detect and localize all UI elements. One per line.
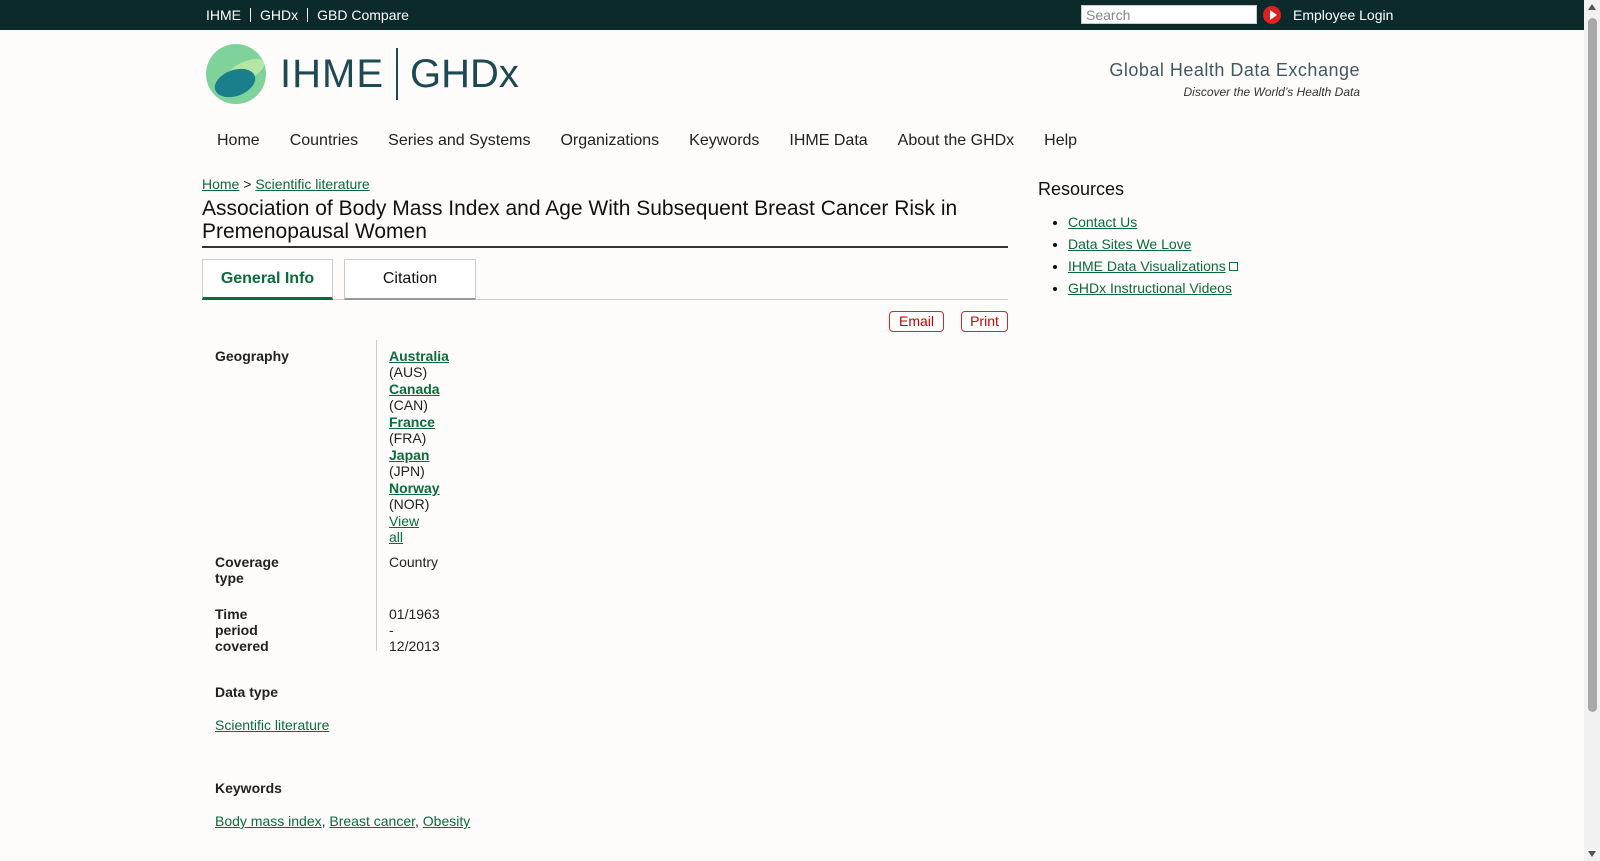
tab-bar: General Info Citation <box>202 259 1008 300</box>
country-link-japan[interactable]: Japan <box>389 447 429 463</box>
ihme-ghdx-logo[interactable]: IHME GHDx <box>206 42 526 108</box>
breadcrumb: Home > Scientific literature <box>202 176 370 192</box>
geography-item: Canada (CAN) <box>389 381 440 413</box>
nav-item-organizations[interactable]: Organizations <box>560 132 659 150</box>
resource-link-contact-us[interactable]: Contact Us <box>1068 214 1137 230</box>
country-link-norway[interactable]: Norway <box>389 480 440 496</box>
scroll-up-icon[interactable] <box>1588 4 1596 10</box>
nav-item-series-and-systems[interactable]: Series and Systems <box>388 132 530 150</box>
resource-link-ghdx-instructional-videos[interactable]: GHDx Instructional Videos <box>1068 280 1232 296</box>
keyword-separator: , <box>321 813 326 829</box>
site-tagline: Global Health Data Exchange Discover the… <box>1109 60 1360 99</box>
geography-item: Japan (JPN) <box>389 447 429 479</box>
view-all-link[interactable]: View all <box>389 513 419 545</box>
geography-item: Australia (AUS) <box>389 348 449 380</box>
geography-item: Norway (NOR) <box>389 480 440 512</box>
nav-item-home[interactable]: Home <box>217 132 260 150</box>
resources-sidebar: Resources Contact Us Data Sites We Love … <box>1038 179 1238 302</box>
keywords-label: Keywords <box>215 780 282 796</box>
top-link-ihme[interactable]: IHME <box>206 7 241 23</box>
tab-general-info[interactable]: General Info <box>202 259 333 300</box>
keywords-list: Body mass index, Breast cancer, Obesity <box>215 813 470 829</box>
time-period-label: Time period covered <box>215 606 269 654</box>
scroll-down-icon[interactable] <box>1588 851 1596 857</box>
resources-list: Contact Us Data Sites We Love IHME Data … <box>1038 214 1238 296</box>
country-code: (JPN) <box>389 463 425 479</box>
breadcrumb-home[interactable]: Home <box>202 176 239 192</box>
print-button[interactable]: Print <box>961 311 1008 332</box>
data-type-label: Data type <box>215 684 279 700</box>
divider <box>307 8 309 22</box>
divider <box>250 8 251 22</box>
time-period-value: 01/1963 - 12/2013 <box>389 606 440 654</box>
top-link-ghdx[interactable]: GHDx <box>260 7 298 23</box>
country-code: (NOR) <box>389 496 430 512</box>
info-divider <box>376 340 377 651</box>
top-link-gbd-compare[interactable]: GBD Compare <box>317 7 409 23</box>
tab-citation[interactable]: Citation <box>344 259 476 300</box>
top-bar: IHME GHDx GBD Compare Employee Login <box>0 0 1584 30</box>
list-item: IHME Data Visualizations <box>1068 258 1238 274</box>
country-link-canada[interactable]: Canada <box>389 381 440 397</box>
main-nav: Home Countries Series and Systems Organi… <box>217 132 1107 150</box>
logo-text-ghdx: GHDx <box>410 52 519 96</box>
nav-item-keywords[interactable]: Keywords <box>689 132 759 150</box>
keyword-separator: , <box>415 813 419 829</box>
keyword-link-breast-cancer[interactable]: Breast cancer <box>329 813 415 829</box>
country-code: (CAN) <box>389 397 428 413</box>
search-go-icon[interactable] <box>1263 6 1281 24</box>
ihme-logo-icon <box>206 44 266 104</box>
resource-link-data-sites-we-love[interactable]: Data Sites We Love <box>1068 236 1191 252</box>
tagline-subtitle: Discover the World’s Health Data <box>1183 85 1360 99</box>
nav-item-countries[interactable]: Countries <box>290 132 358 150</box>
external-link-icon <box>1228 262 1238 271</box>
list-item: Data Sites We Love <box>1068 236 1238 252</box>
page-scrollbar[interactable] <box>1584 0 1600 861</box>
view-all-item: View all <box>389 513 419 545</box>
logo-divider <box>396 48 398 100</box>
keyword-link-body-mass-index[interactable]: Body mass index <box>215 813 322 829</box>
country-link-france[interactable]: France <box>389 414 435 430</box>
country-code: (FRA) <box>389 430 427 446</box>
coverage-type-label: Coverage type <box>215 554 279 586</box>
data-type-value: Scientific literature <box>215 717 329 733</box>
data-type-link[interactable]: Scientific literature <box>215 717 329 733</box>
logo-text-ihme: IHME <box>280 52 384 96</box>
employee-login-link[interactable]: Employee Login <box>1293 7 1393 23</box>
country-code: (AUS) <box>389 364 428 380</box>
list-item: Contact Us <box>1068 214 1238 230</box>
breadcrumb-separator: > <box>243 176 252 192</box>
top-links: IHME GHDx GBD Compare <box>206 7 409 23</box>
keyword-link-obesity[interactable]: Obesity <box>423 813 470 829</box>
nav-item-about-the-ghdx[interactable]: About the GHDx <box>898 132 1015 150</box>
email-button[interactable]: Email <box>889 311 944 332</box>
geography-label: Geography <box>215 348 289 364</box>
resources-title: Resources <box>1038 179 1125 199</box>
page-title: Association of Body Mass Index and Age W… <box>202 197 1008 248</box>
geography-item: France (FRA) <box>389 414 435 446</box>
nav-item-ihme-data[interactable]: IHME Data <box>789 132 867 150</box>
nav-item-help[interactable]: Help <box>1044 132 1077 150</box>
search-input[interactable] <box>1081 5 1257 24</box>
resource-link-ihme-data-visualizations[interactable]: IHME Data Visualizations <box>1068 258 1226 274</box>
tagline-title: Global Health Data Exchange <box>1109 60 1360 80</box>
scrollbar-thumb[interactable] <box>1588 18 1597 712</box>
list-item: GHDx Instructional Videos <box>1068 280 1238 296</box>
country-link-australia[interactable]: Australia <box>389 348 449 364</box>
coverage-type-value: Country <box>389 554 439 570</box>
breadcrumb-scientific-literature[interactable]: Scientific literature <box>255 176 369 192</box>
